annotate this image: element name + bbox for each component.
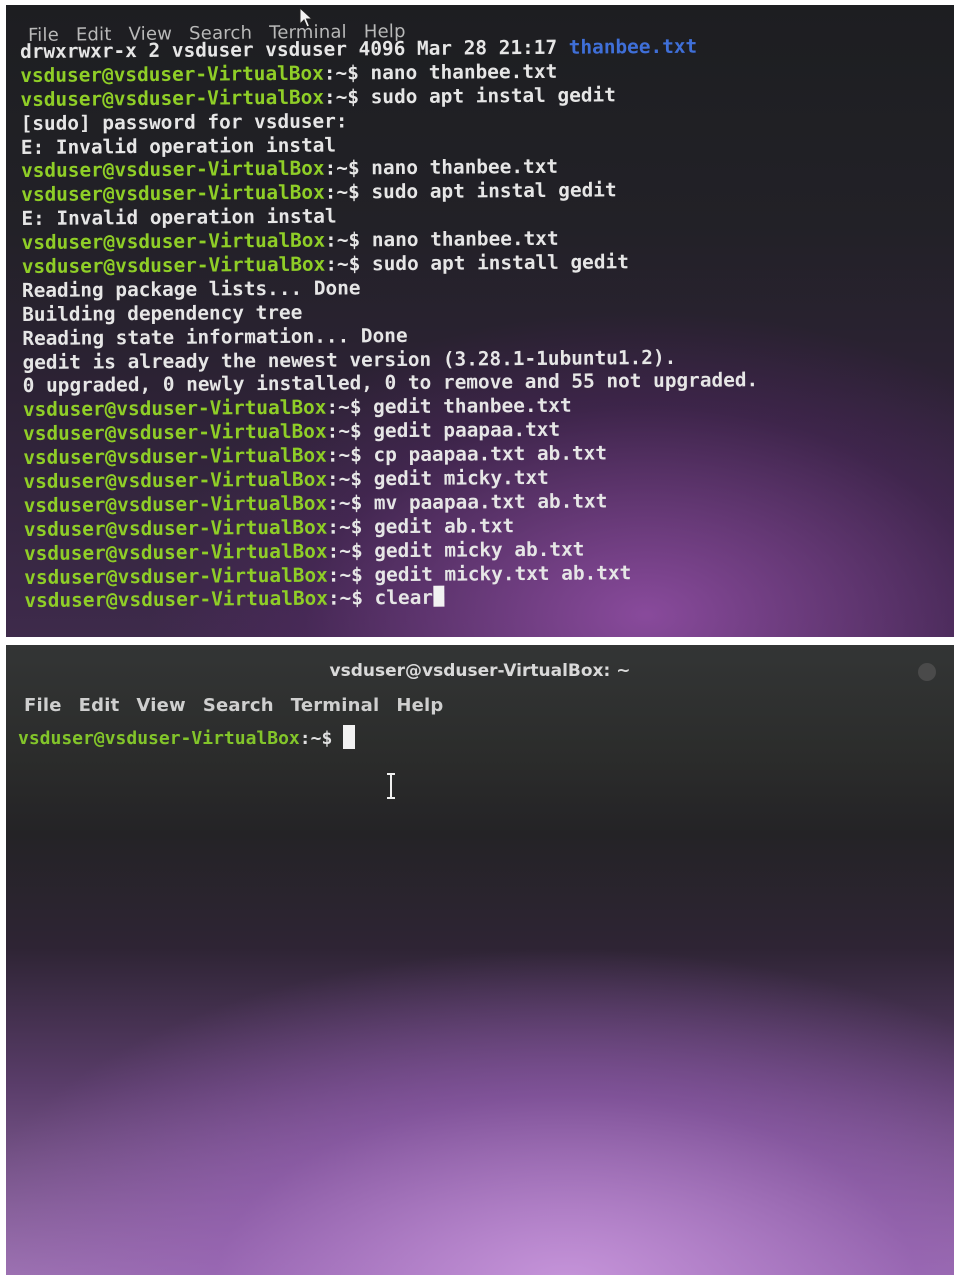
- output-text: Building dependency tree: [22, 300, 303, 326]
- prompt-user: vsduser@vsduser-VirtualBox: [23, 515, 328, 541]
- command-text: nano thanbee.txt: [358, 59, 558, 85]
- prompt-path: :~$: [323, 61, 359, 85]
- command-text: sudo apt instal gedit: [359, 178, 617, 204]
- menu-edit[interactable]: Edit: [79, 695, 120, 716]
- output-text: E: Invalid operation instal: [21, 204, 337, 231]
- terminal-prompt-line[interactable]: vsduser@vsduser-VirtualBox:~$: [18, 725, 356, 749]
- command-text: gedit micky.txt ab.txt: [362, 560, 632, 586]
- command-text: gedit micky.txt: [361, 465, 549, 491]
- prompt-path: :~$: [326, 467, 363, 491]
- output-text: E: Invalid operation instal: [20, 133, 337, 159]
- prompt-user: vsduser@vsduser-VirtualBox: [21, 228, 326, 255]
- prompt-path: :~$: [326, 443, 362, 467]
- menu-view[interactable]: View: [136, 695, 185, 716]
- terminal-screenshot-top: File Edit View Search Terminal Help drwx…: [6, 5, 954, 637]
- prompt-user: vsduser@vsduser-VirtualBox: [21, 252, 326, 279]
- output-text: Reading state information... Done: [22, 323, 408, 350]
- prompt-path: :~$: [326, 419, 362, 443]
- prompt-path: :~$: [327, 515, 363, 539]
- prompt-path: :~$: [325, 252, 361, 276]
- text-cursor-ibeam-icon: [386, 773, 396, 799]
- prompt-user: vsduser@vsduser-VirtualBox: [24, 563, 328, 589]
- prompt-path: :~$: [299, 728, 333, 749]
- output-text: [sudo] password for vsduser:: [20, 109, 348, 135]
- prompt-user: vsduser@vsduser-VirtualBox: [20, 85, 325, 111]
- command-text: gedit ab.txt: [362, 513, 515, 539]
- command-text: clear: [362, 586, 434, 610]
- output-text: Reading package lists... Done: [21, 276, 361, 302]
- terminal-cursor: [432, 586, 445, 608]
- prompt-user: vsduser@vsduser-VirtualBox: [23, 467, 328, 494]
- menu-search[interactable]: Search: [203, 695, 274, 716]
- prompt-user: vsduser@vsduser-VirtualBox: [20, 61, 324, 87]
- command-text: sudo apt instal gedit: [358, 83, 616, 109]
- terminal-cursor: [343, 725, 356, 749]
- terminal-output[interactable]: drwxrwxr-x 2 vsduser vsduser 4096 Mar 28…: [20, 34, 760, 613]
- mouse-pointer-icon: [299, 6, 315, 29]
- menu-file[interactable]: File: [24, 695, 62, 716]
- command-text: cp paapaa.txt ab.txt: [361, 441, 608, 467]
- menu-help[interactable]: Help: [396, 695, 443, 716]
- prompt-path: :~$: [325, 228, 361, 252]
- command-text: gedit thanbee.txt: [361, 394, 572, 419]
- prompt-user: vsduser@vsduser-VirtualBox: [21, 180, 325, 207]
- command-text: nano thanbee.txt: [360, 226, 559, 252]
- terminal-menubar: File Edit View Search Terminal Help: [24, 695, 444, 716]
- command-text: gedit micky ab.txt: [362, 537, 585, 563]
- window-control-icon[interactable]: [918, 663, 936, 681]
- prompt-user: vsduser@vsduser-VirtualBox: [24, 587, 329, 613]
- prompt-path: :~$: [324, 180, 360, 204]
- prompt-user: vsduser@vsduser-VirtualBox: [23, 443, 327, 470]
- command-text: sudo apt install gedit: [360, 250, 629, 276]
- prompt-path: :~$: [327, 491, 363, 515]
- prompt-user: vsduser@vsduser-VirtualBox: [22, 395, 327, 422]
- prompt-path: :~$: [327, 562, 363, 587]
- prompt-path: :~$: [323, 85, 360, 109]
- terminal-screenshot-bottom: vsduser@vsduser-VirtualBox: ~ File Edit …: [6, 645, 954, 1275]
- command-text: nano thanbee.txt: [359, 155, 559, 180]
- prompt-user: vsduser@vsduser-VirtualBox: [23, 539, 328, 565]
- directory-link: thanbee.txt: [568, 34, 698, 59]
- prompt-path: :~$: [324, 156, 360, 181]
- prompt-user: vsduser@vsduser-VirtualBox: [23, 419, 327, 446]
- prompt-path: :~$: [327, 586, 364, 611]
- prompt-path: :~$: [326, 395, 362, 419]
- command-text: gedit paapaa.txt: [361, 418, 561, 443]
- window-title: vsduser@vsduser-VirtualBox: ~: [329, 661, 631, 681]
- menu-terminal[interactable]: Terminal: [291, 695, 380, 716]
- prompt-user: vsduser@vsduser-VirtualBox: [23, 491, 328, 517]
- prompt-user: vsduser@vsduser-VirtualBox: [18, 728, 300, 749]
- command-text: mv paapaa.txt ab.txt: [362, 489, 608, 515]
- output-text: drwxrwxr-x 2 vsduser vsduser 4096 Mar 28…: [20, 35, 569, 63]
- prompt-user: vsduser@vsduser-VirtualBox: [20, 157, 325, 183]
- prompt-path: :~$: [327, 539, 363, 563]
